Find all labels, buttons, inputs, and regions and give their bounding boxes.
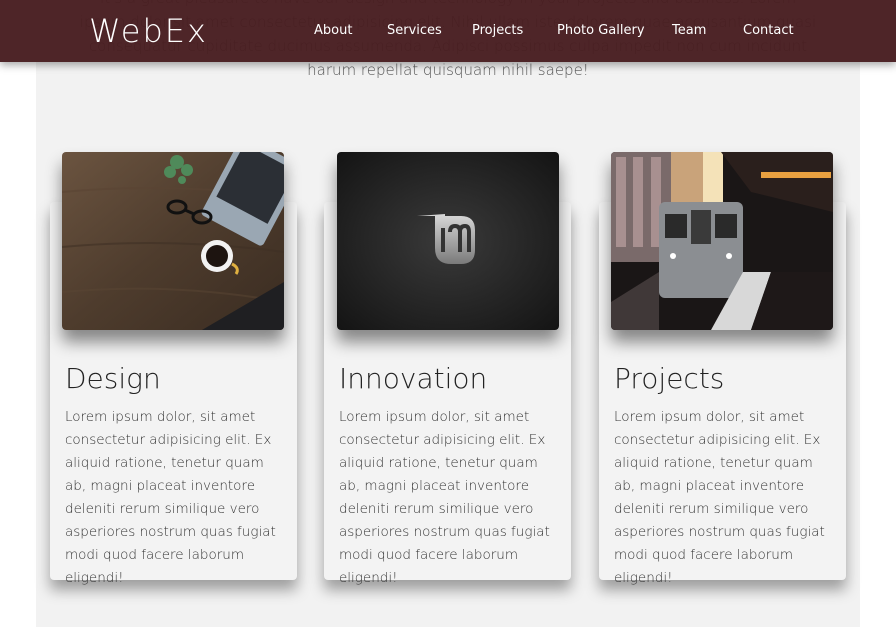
- navbar: WebEx About Services Projects Photo Gall…: [0, 0, 896, 62]
- card-title: Innovation: [339, 362, 488, 395]
- nav-menu: About Services Projects Photo Gallery Te…: [0, 23, 896, 43]
- nav-link-services[interactable]: Services: [387, 23, 442, 38]
- nav-link-contact[interactable]: Contact: [743, 23, 794, 38]
- nav-link-about[interactable]: About: [314, 23, 352, 38]
- card-image-design: [62, 152, 284, 330]
- card-text: Lorem ipsum dolor, sit amet consectetur …: [614, 409, 825, 586]
- nav-link-projects[interactable]: Projects: [472, 23, 523, 38]
- card-image-projects: [611, 152, 833, 330]
- card-text: Lorem ipsum dolor, sit amet consectetur …: [339, 409, 550, 586]
- card-title: Projects: [614, 362, 725, 395]
- nav-link-team[interactable]: Team: [672, 23, 706, 38]
- card-title: Design: [65, 362, 161, 395]
- nav-link-photo-gallery[interactable]: Photo Gallery: [557, 23, 645, 38]
- card-text: Lorem ipsum dolor, sit amet consectetur …: [65, 409, 276, 586]
- card-image-innovation: [337, 152, 559, 330]
